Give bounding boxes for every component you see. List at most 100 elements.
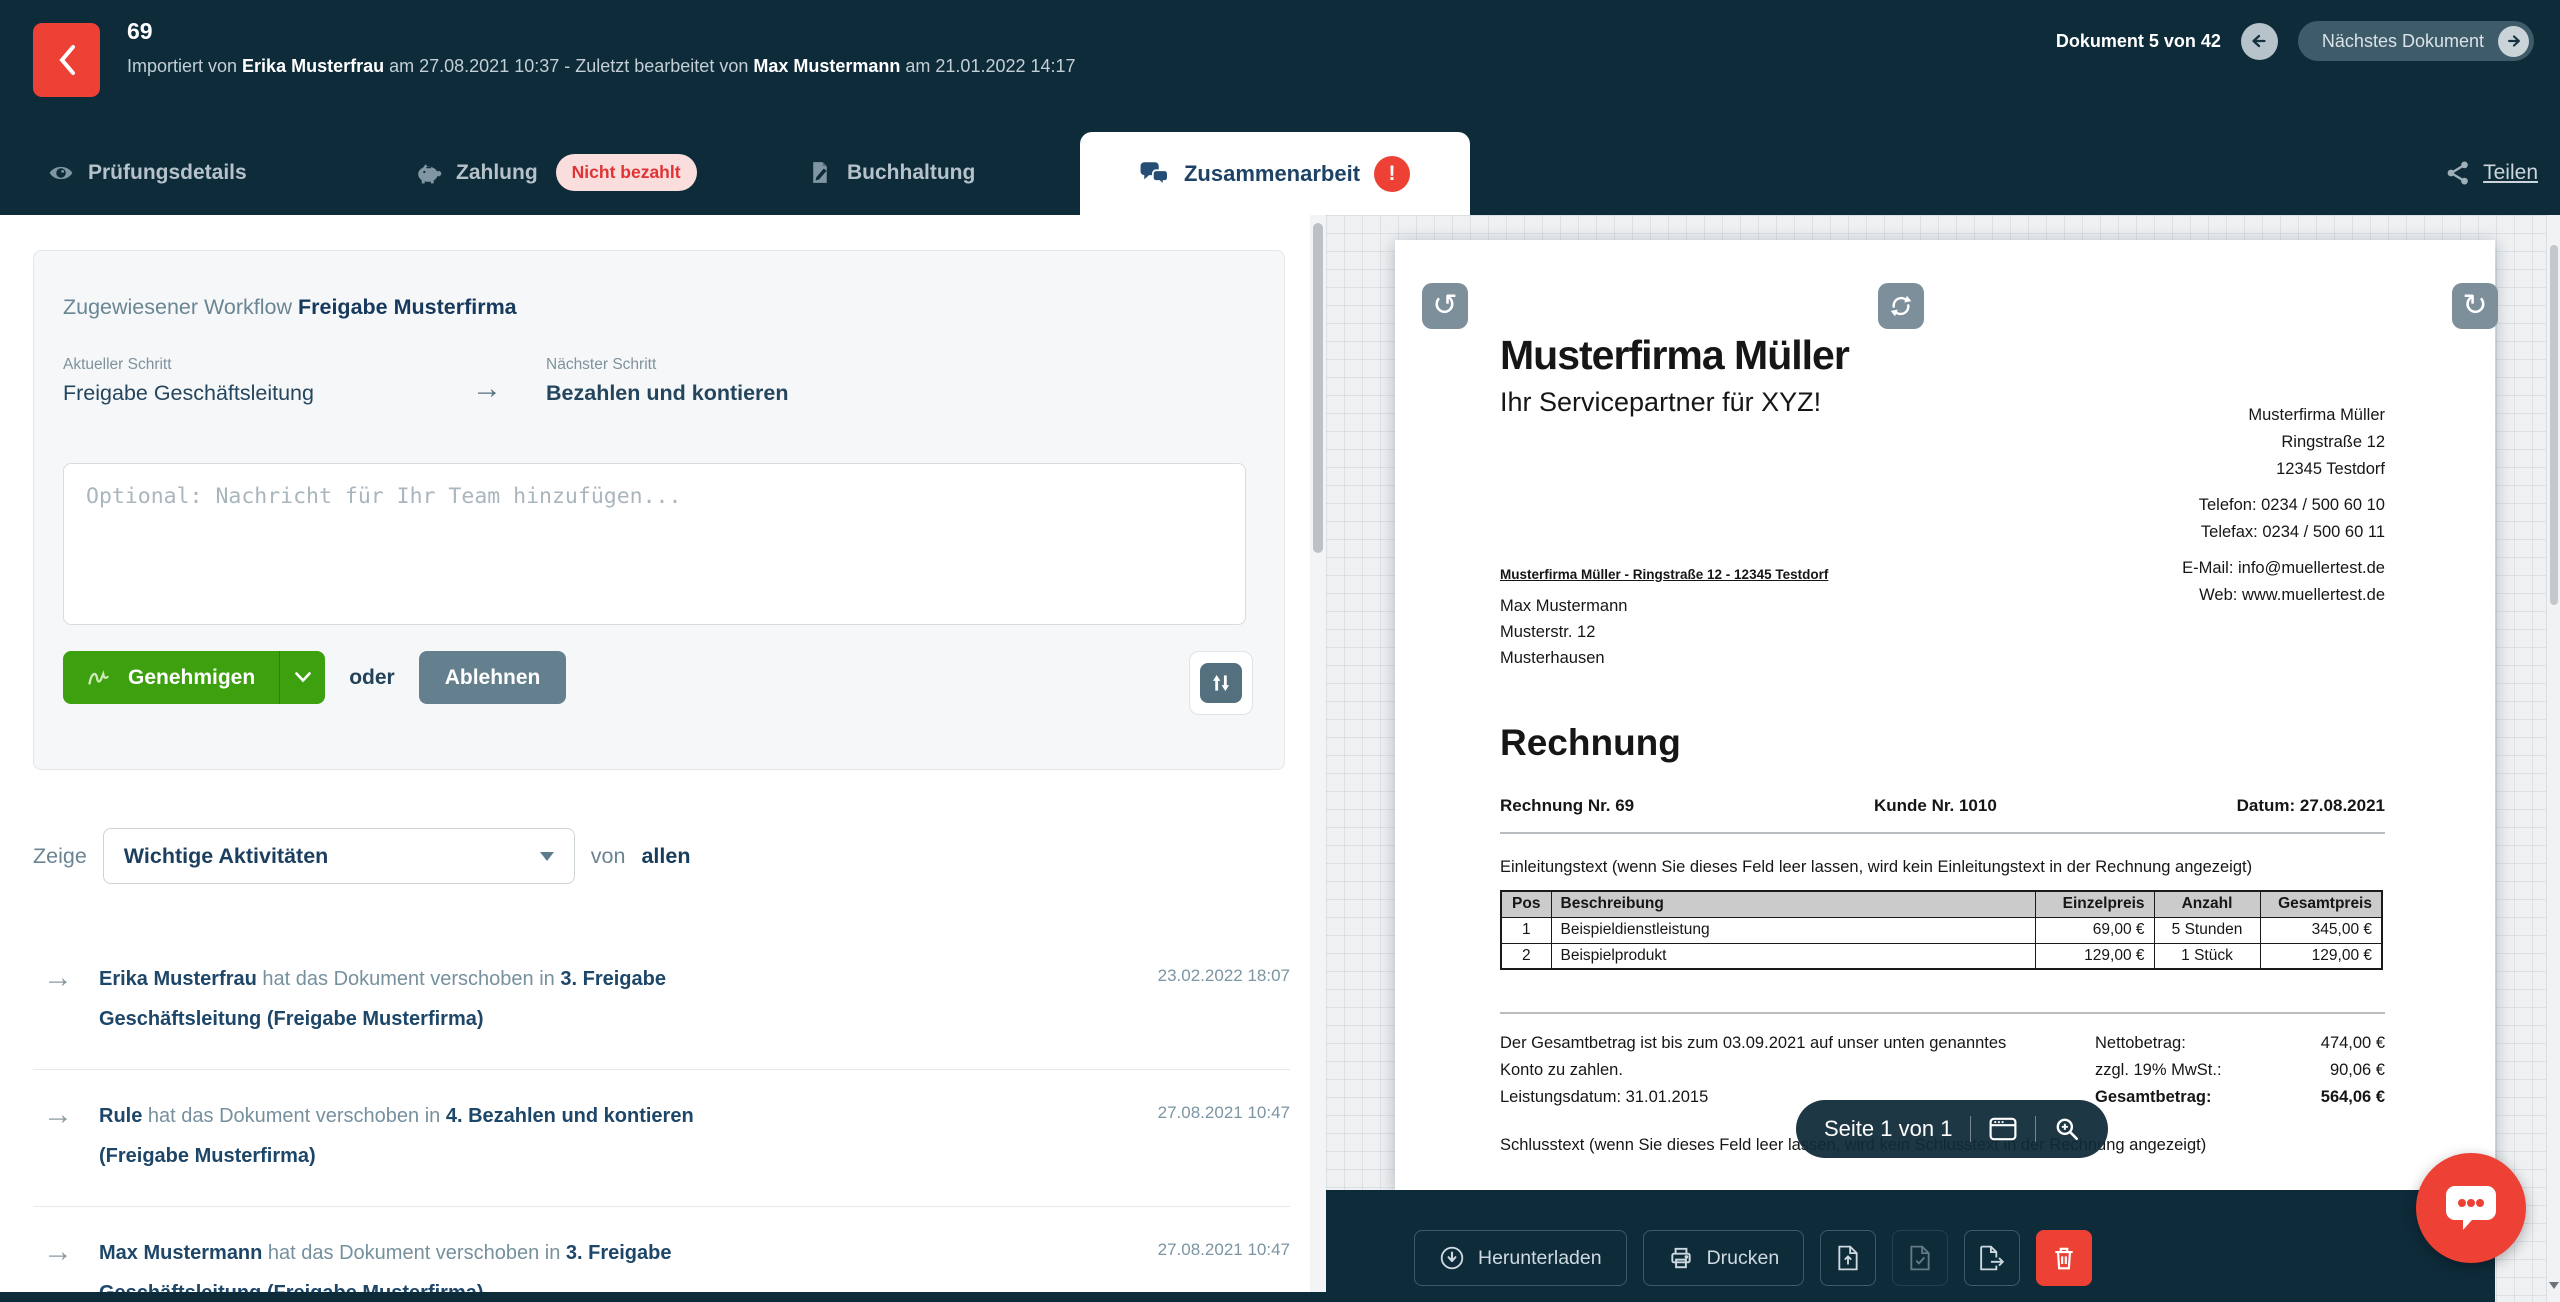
current-step: Aktueller Schritt Freigabe Geschäftsleit… [63,356,428,406]
team-message-input[interactable] [63,463,1246,625]
table-cell: 345,00 € [2260,917,2382,943]
document-viewer: Musterfirma Müller Ihr Servicepartner fü… [1326,215,2560,1302]
tab-pruefungsdetails[interactable]: Prüfungsdetails [48,130,247,215]
table-row: 1 Beispieldienstleistung 69,00 € 5 Stund… [1501,917,2382,943]
move-document-button[interactable] [1189,651,1253,715]
scrollbar-thumb[interactable] [2550,245,2558,605]
panel-scrollbar[interactable] [1310,215,1326,1302]
chevron-left-icon [54,42,80,78]
print-label: Drucken [1707,1247,1780,1270]
tab-label: Zahlung [456,161,538,185]
document-upload-icon [1836,1245,1860,1271]
current-step-label: Aktueller Schritt [63,356,428,374]
activity-text: Erika Musterfrau hat das Dokument versch… [99,959,779,1039]
next-step-value: Bezahlen und kontieren [546,381,789,406]
support-chat-button[interactable] [2416,1153,2526,1263]
next-document-label: Nächstes Dokument [2322,31,2484,52]
invoice-totals: Nettobetrag:474,00 € zzgl. 19% MwSt.:90,… [2095,1030,2385,1111]
print-button[interactable]: Drucken [1643,1230,1805,1286]
collaboration-panel: Zugewiesener Workflow Freigabe Musterfir… [0,215,1310,1302]
activity-scope-link[interactable]: allen [641,844,690,869]
activity-list: → Erika Musterfrau hat das Dokument vers… [33,933,1290,1302]
rotate-left-button[interactable]: ↺ [1422,283,1468,329]
tab-buchhaltung[interactable]: Buchhaltung [808,130,975,215]
table-cell: 5 Stunden [2154,917,2260,943]
delete-button[interactable] [2036,1230,2092,1286]
approval-actions: Genehmigen oder Ablehnen [63,651,566,704]
previous-document-button[interactable] [2241,23,2278,60]
download-icon [1439,1245,1465,1271]
page-indicator-pill: Seite 1 von 1 [1796,1100,2108,1158]
invoice-date: Datum: 27.08.2021 [2237,796,2385,816]
document-export-icon [1979,1245,2005,1271]
show-label: Zeige [33,844,87,869]
invoice-phone-block: Telefon: 0234 / 500 60 10 Telefax: 0234 … [2199,492,2385,546]
share-icon [2445,160,2471,186]
tab-label: Zusammenarbeit [1184,161,1360,187]
tab-zahlung[interactable]: Zahlung Nicht bezahlt [415,130,697,215]
arrow-right-icon: → [33,1096,99,1176]
bottom-edge-bar [0,1292,1326,1302]
filter-selected-value: Wichtige Aktivitäten [124,844,328,869]
invoice-meta-row: Rechnung Nr. 69 Kunde Nr. 1010 Datum: 27… [1500,796,2385,816]
app-window: 69 Importiert von Erika Musterfrau am 27… [0,0,2560,1302]
invoice-tagline: Ihr Servicepartner für XYZ! [1500,387,1821,418]
reject-button[interactable]: Ablehnen [419,651,567,704]
customer-number: Kunde Nr. 1010 [1874,796,1997,816]
download-label: Herunterladen [1478,1247,1602,1270]
document-counter: Dokument 5 von 42 [2056,31,2221,52]
chevron-down-icon [295,672,311,683]
fit-page-button[interactable] [1989,1117,2017,1141]
approve-options-button[interactable] [279,651,325,704]
activity-item: → Erika Musterfrau hat das Dokument vers… [33,933,1290,1070]
workflow-card: Zugewiesener Workflow Freigabe Musterfir… [33,250,1285,770]
assigned-workflow: Zugewiesener Workflow Freigabe Musterfir… [63,295,517,320]
table-header: Anzahl [2154,891,2260,917]
table-cell: 129,00 € [2260,943,2382,969]
table-header: Pos [1501,891,1551,917]
activity-filter-select[interactable]: Wichtige Aktivitäten [103,828,575,884]
activity-item: → Max Mustermann hat das Dokument versch… [33,1207,1290,1302]
next-document-button[interactable]: Nächstes Dokument [2298,21,2534,61]
invoice-recipient-block: Max Mustermann Musterstr. 12 Musterhause… [1500,593,1627,671]
approve-button[interactable]: Genehmigen [63,651,279,704]
share-link[interactable]: Teilen [2445,130,2538,215]
document-pencil-icon [808,160,833,185]
signature-icon [87,668,115,688]
trash-icon [2051,1245,2077,1271]
or-label: oder [349,666,395,690]
workflow-steps: Aktueller Schritt Freigabe Geschäftsleit… [63,356,789,406]
page-indicator: Seite 1 von 1 [1824,1116,1952,1142]
zoom-in-button[interactable] [2054,1116,2080,1142]
upload-version-button[interactable] [1820,1230,1876,1286]
activity-text: Rule hat das Dokument verschoben in 4. B… [99,1096,779,1176]
current-step-value: Freigabe Geschäftsleitung [63,381,428,406]
download-button[interactable]: Herunterladen [1414,1230,1627,1286]
verify-document-button[interactable] [1892,1230,1948,1286]
divider [1500,832,2385,834]
rotate-right-button[interactable]: ↻ [2452,283,2498,329]
tab-zusammenarbeit[interactable]: Zusammenarbeit ! [1080,132,1470,215]
invoice-intro-text: Einleitungstext (wenn Sie dieses Feld le… [1500,858,2252,877]
invoice-payment-note: Der Gesamtbetrag ist bis zum 03.09.2021 … [1500,1030,2006,1111]
viewer-scrollbar[interactable] [2546,215,2560,1302]
document-title: 69 [127,18,153,45]
unpaid-status-badge: Nicht bezahlt [556,154,697,191]
divider [2035,1116,2036,1142]
activity-item: → Rule hat das Dokument verschoben in 4.… [33,1070,1290,1207]
export-document-button[interactable] [1964,1230,2020,1286]
divider [1970,1116,1971,1142]
table-row: 2 Beispielprodukt 129,00 € 1 Stück 129,0… [1501,943,2382,969]
invoice-doc-title: Rechnung [1500,722,1681,764]
document-check-icon [1908,1245,1932,1271]
swap-vertical-icon [1200,663,1242,703]
document-pager: Dokument 5 von 42 Nächstes Dokument [2056,21,2534,61]
scroll-down-arrow[interactable] [2549,1282,2559,1294]
divider [1500,1012,2385,1014]
tab-label: Buchhaltung [847,161,975,185]
invoice-page: Musterfirma Müller Ihr Servicepartner fü… [1395,240,2495,1190]
magnifier-plus-icon [2054,1116,2080,1142]
back-button[interactable] [33,23,100,97]
rotate-180-button[interactable] [1878,283,1924,329]
scrollbar-thumb[interactable] [1313,223,1323,553]
